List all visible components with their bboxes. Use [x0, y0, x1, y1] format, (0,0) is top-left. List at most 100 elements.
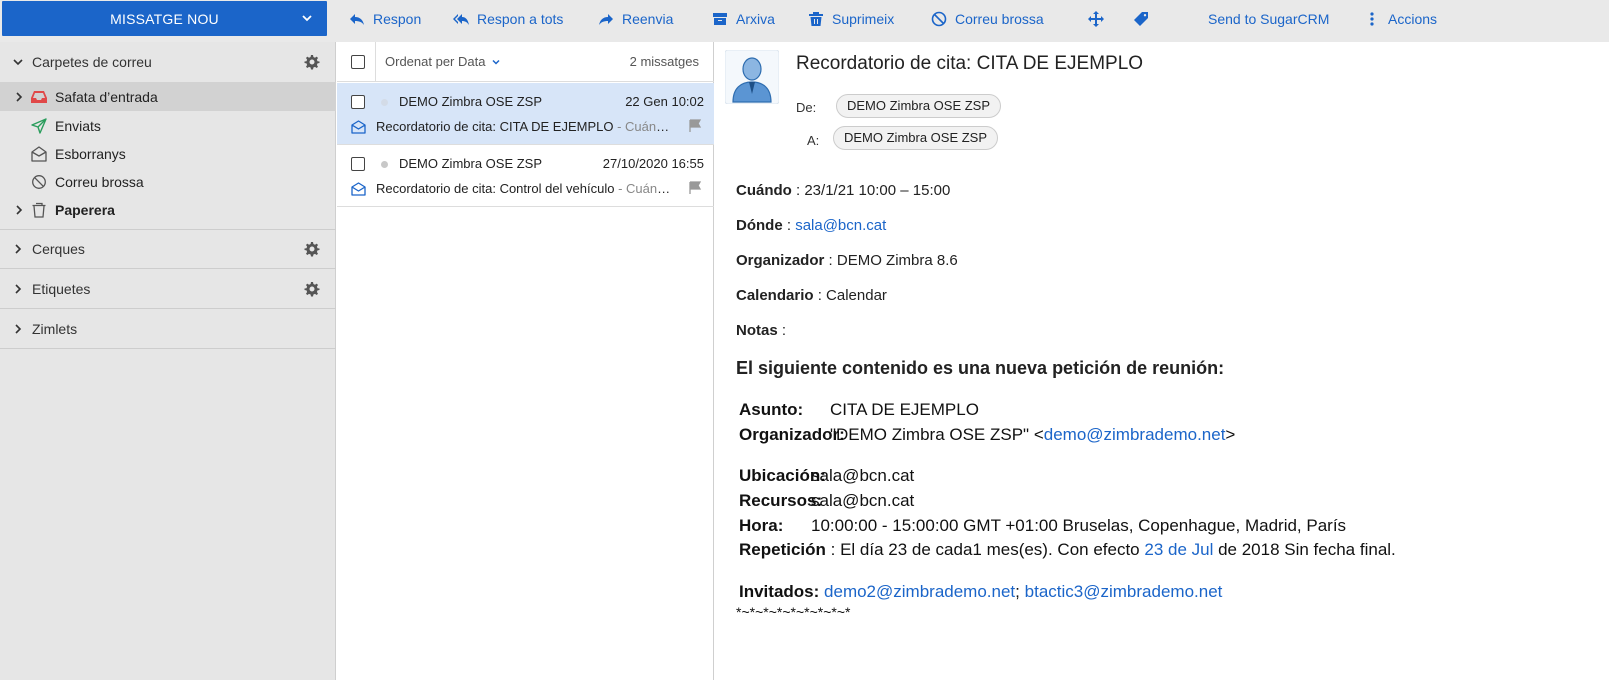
- reply-all-label: Respon a tots: [477, 11, 564, 27]
- folder-label: Paperera: [55, 201, 115, 218]
- archive-icon: [713, 13, 727, 25]
- repeat-row: Repetición : El día 23 de cada1 mes(es).…: [739, 540, 1396, 560]
- gear-icon[interactable]: [304, 281, 320, 297]
- more-vertical-icon: [1370, 12, 1374, 26]
- trash-icon: [809, 12, 823, 26]
- chevron-down-icon[interactable]: [12, 56, 24, 68]
- message-list: Ordenat per Data 2 missatges DEMO Zimbra…: [337, 42, 714, 680]
- gear-icon[interactable]: [304, 54, 320, 70]
- chevron-right-icon[interactable]: [12, 243, 24, 255]
- tilde-separator: *~*~*~*~*~*~*~*~*: [736, 604, 851, 620]
- folder-label: Safata d’entrada: [55, 88, 158, 105]
- message-subject: Recordatorio de cita: Control del vehícu…: [376, 181, 674, 196]
- organizer2-label: Organizador:: [739, 425, 845, 444]
- reply-button[interactable]: Respon: [349, 9, 421, 29]
- message-count: 2 missatges: [629, 54, 699, 69]
- organizer2-prefix: "DEMO Zimbra OSE ZSP" <: [830, 425, 1044, 444]
- archive-button[interactable]: Arxiva: [712, 9, 775, 29]
- to-label: A:: [807, 133, 820, 148]
- sort-dropdown[interactable]: Ordenat per Data: [385, 54, 501, 69]
- send-to-sugarcrm-button[interactable]: Send to SugarCRM: [1208, 9, 1329, 29]
- envelope-icon: [351, 120, 366, 134]
- organizer2-suffix: >: [1225, 425, 1236, 444]
- zimlets-header[interactable]: Zimlets: [0, 309, 336, 349]
- spam-button[interactable]: Correu brossa: [931, 9, 1044, 29]
- unread-dot-icon[interactable]: [381, 99, 388, 106]
- chevron-right-icon[interactable]: [14, 91, 24, 103]
- actions-button[interactable]: Accions: [1364, 9, 1437, 29]
- time-row: Hora:: [739, 516, 783, 536]
- actions-label: Accions: [1388, 11, 1438, 27]
- subject-text: Recordatorio de cita: CITA DE EJEMPLO: [376, 119, 614, 134]
- time-label: Hora:: [739, 516, 784, 535]
- chevron-right-icon[interactable]: [12, 323, 24, 335]
- new-message-label: MISSATGE NOU: [110, 10, 219, 27]
- tag-icon: [1134, 12, 1148, 26]
- searches-title: Cerques: [32, 241, 85, 257]
- where-link[interactable]: sala@bcn.cat: [795, 217, 886, 234]
- invite-headline: El siguiente contenido es una nueva peti…: [736, 358, 1225, 378]
- chevron-right-icon[interactable]: [12, 283, 24, 295]
- zimlets-title: Zimlets: [32, 321, 78, 337]
- subject-value: CITA DE EJEMPLO: [830, 400, 979, 419]
- inbox-icon: [31, 90, 47, 103]
- block-icon: [32, 174, 46, 189]
- folder-spam[interactable]: Correu brossa: [0, 167, 336, 196]
- searches-header[interactable]: Cerques: [0, 229, 336, 269]
- calendar-field: Calendario : Calendar: [736, 287, 887, 304]
- message-from: DEMO Zimbra OSE ZSP: [399, 156, 543, 171]
- message-list-header: Ordenat per Data 2 missatges: [337, 42, 714, 82]
- message-date: 22 Gen 10:02: [625, 94, 704, 109]
- organizer2-email-link[interactable]: demo@zimbrademo.net: [1044, 425, 1226, 444]
- list-item[interactable]: DEMO Zimbra OSE ZSP 22 Gen 10:02 Recorda…: [337, 83, 714, 145]
- divider: [375, 42, 376, 82]
- from-address-chip[interactable]: DEMO Zimbra OSE ZSP: [836, 94, 1002, 118]
- avatar[interactable]: [725, 50, 779, 104]
- flag-icon[interactable]: [688, 181, 702, 195]
- message-subject-title: Recordatorio de cita: CITA DE EJEMPLO: [796, 53, 1144, 74]
- chevron-down-icon[interactable]: [301, 12, 313, 24]
- subject-label: Asunto:: [739, 400, 804, 419]
- gear-icon[interactable]: [304, 241, 320, 257]
- folder-inbox[interactable]: Safata d’entrada: [0, 82, 336, 111]
- folder-trash[interactable]: Paperera: [0, 195, 336, 224]
- chevron-right-icon[interactable]: [14, 204, 24, 216]
- list-item[interactable]: DEMO Zimbra OSE ZSP 27/10/2020 16:55 Rec…: [337, 145, 714, 207]
- when-field: Cuándo : 23/1/21 10:00 – 15:00: [736, 182, 951, 199]
- resources-link[interactable]: sala@bcn.cat: [811, 491, 914, 511]
- new-message-button[interactable]: MISSATGE NOU: [2, 1, 327, 36]
- tag-button[interactable]: [1133, 9, 1149, 29]
- flag-icon[interactable]: [688, 119, 702, 133]
- to-address-chip[interactable]: DEMO Zimbra OSE ZSP: [833, 126, 999, 150]
- select-all-checkbox[interactable]: [351, 55, 365, 69]
- block-icon: [931, 11, 947, 27]
- location-link[interactable]: sala@bcn.cat: [811, 466, 914, 486]
- folder-sent[interactable]: Enviats: [0, 111, 336, 140]
- unread-dot-icon[interactable]: [381, 161, 388, 168]
- reply-all-button[interactable]: Respon a tots: [453, 9, 563, 29]
- when-label: Cuándo: [736, 182, 792, 199]
- calendar-value: Calendar: [826, 287, 887, 304]
- reply-all-icon: [453, 14, 469, 25]
- resources-row: Recursos:: [739, 491, 822, 511]
- message-subject: Recordatorio de cita: CITA DE EJEMPLO - …: [376, 119, 674, 134]
- forward-button[interactable]: Reenvia: [598, 9, 673, 29]
- trash-icon: [32, 202, 46, 218]
- delete-button[interactable]: Suprimeix: [808, 9, 894, 29]
- message-checkbox[interactable]: [351, 95, 365, 109]
- move-button[interactable]: [1088, 9, 1104, 29]
- drafts-icon: [31, 145, 47, 162]
- invitee-link[interactable]: demo2@zimbrademo.net: [824, 582, 1015, 601]
- message-fragment: - Cuándo: 23/1/21 10:00 – 15:00: [617, 119, 674, 134]
- folder-drafts[interactable]: Esborranys: [0, 139, 336, 168]
- resources-label: Recursos:: [739, 491, 823, 510]
- message-date: 27/10/2020 16:55: [602, 156, 704, 171]
- repeat-date-link[interactable]: 23 de Jul: [1144, 540, 1213, 559]
- message-checkbox[interactable]: [351, 157, 365, 171]
- tags-header[interactable]: Etiquetes: [0, 269, 336, 309]
- move-icon: [1088, 11, 1104, 27]
- mail-folders-header[interactable]: Carpetes de correu: [0, 42, 336, 82]
- organizer2-value: "DEMO Zimbra OSE ZSP" <demo@zimbrademo.n…: [830, 425, 1235, 445]
- sort-label: Ordenat per Data: [385, 54, 486, 69]
- invitee-link[interactable]: btactic3@zimbrademo.net: [1025, 582, 1223, 601]
